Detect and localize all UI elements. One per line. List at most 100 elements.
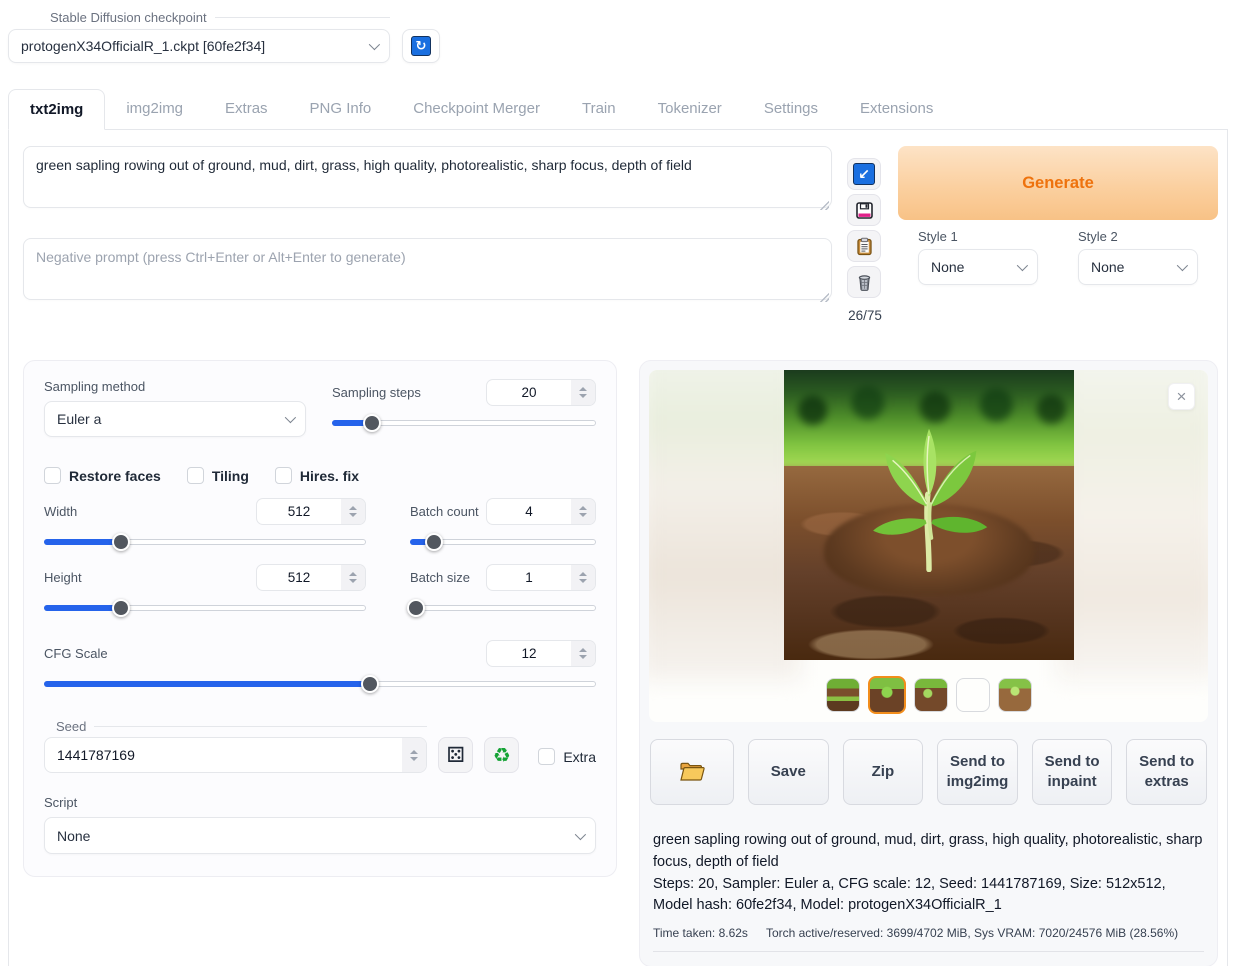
send-to-inpaint-button[interactable]: Send to inpaint: [1032, 739, 1113, 805]
time-taken-text: Time taken: 8.62s: [653, 926, 748, 940]
seed-label-rule: [94, 726, 427, 727]
chevron-down-icon: [369, 39, 380, 50]
close-image-button[interactable]: ×: [1168, 383, 1195, 410]
sampling-method-dropdown[interactable]: Euler a: [44, 401, 306, 437]
blurred-image-edge: [1055, 370, 1208, 682]
checkpoint-dropdown[interactable]: protogenX34OfficialR_1.ckpt [60fe2f34]: [8, 29, 390, 63]
thumbnail-3[interactable]: [914, 678, 948, 712]
sampling-steps-slider[interactable]: [332, 414, 596, 432]
tab-png-info[interactable]: PNG Info: [289, 89, 393, 129]
style1-label: Style 1: [918, 229, 1038, 244]
checkbox-icon: [538, 748, 555, 765]
tab-checkpoint-merger[interactable]: Checkpoint Merger: [392, 89, 561, 129]
batch-count-input[interactable]: 4: [486, 498, 596, 525]
restore-faces-checkbox[interactable]: Restore faces: [44, 467, 161, 484]
hires-fix-checkbox[interactable]: Hires. fix: [275, 467, 359, 484]
script-dropdown[interactable]: None: [44, 817, 596, 854]
chevron-down-icon: [575, 828, 586, 839]
recycle-icon: ♻: [493, 743, 511, 768]
sampling-steps-input[interactable]: 20: [486, 379, 596, 406]
stepper-arrows-icon[interactable]: [571, 380, 595, 405]
send-to-extras-button[interactable]: Send to extras: [1126, 739, 1207, 805]
chevron-down-icon: [1017, 260, 1028, 271]
open-folder-button[interactable]: [650, 739, 734, 805]
thumbnail-gallery: [826, 678, 1032, 714]
vram-usage-text: Torch active/reserved: 3699/4702 MiB, Sy…: [766, 926, 1178, 940]
width-label: Width: [44, 504, 77, 519]
paste-arrow-icon: ↙: [853, 163, 875, 185]
checkpoint-header: Stable Diffusion checkpoint protogenX34O…: [0, 0, 1236, 63]
floppy-disk-icon: [855, 201, 874, 220]
batch-size-slider[interactable]: [410, 599, 596, 617]
thumbnail-4[interactable]: [956, 678, 990, 712]
tiling-checkbox[interactable]: Tiling: [187, 467, 249, 484]
random-seed-button[interactable]: ⚄: [438, 737, 473, 773]
clipboard-icon: [855, 237, 874, 256]
checkpoint-label-row: Stable Diffusion checkpoint: [50, 10, 390, 25]
style2-dropdown[interactable]: None: [1078, 249, 1198, 285]
results-card: × Save Zip Se: [639, 360, 1218, 966]
style1-dropdown[interactable]: None: [918, 249, 1038, 285]
checkpoint-value: protogenX34OfficialR_1.ckpt [60fe2f34]: [21, 38, 361, 54]
cfg-scale-input[interactable]: 12: [486, 640, 596, 667]
prompt-tools-column: ↙: [847, 146, 883, 323]
zip-button[interactable]: Zip: [843, 739, 924, 805]
close-icon: ×: [1177, 387, 1187, 407]
thumbnail-2-selected[interactable]: [868, 676, 906, 714]
folder-icon: [679, 761, 705, 783]
cfg-scale-slider[interactable]: [44, 675, 596, 693]
checkbox-icon: [44, 467, 61, 484]
reuse-seed-button[interactable]: ♻: [484, 737, 519, 773]
tab-extensions[interactable]: Extensions: [839, 89, 954, 129]
stepper-arrows-icon[interactable]: [402, 738, 426, 772]
stepper-arrows-icon[interactable]: [571, 565, 595, 590]
save-button[interactable]: Save: [748, 739, 829, 805]
seed-label: Seed: [56, 719, 86, 734]
tab-txt2img[interactable]: txt2img: [8, 89, 105, 130]
thumbnail-1[interactable]: [826, 678, 860, 712]
stepper-arrows-icon[interactable]: [571, 499, 595, 524]
height-label: Height: [44, 570, 82, 585]
apply-style-button[interactable]: [847, 230, 881, 262]
token-counter: 26/75: [847, 308, 883, 323]
sapling-illustration: [854, 402, 1004, 572]
stepper-arrows-icon[interactable]: [341, 499, 365, 524]
generated-image[interactable]: [784, 370, 1074, 660]
chevron-down-icon: [285, 412, 296, 423]
generate-button[interactable]: Generate: [898, 146, 1218, 220]
seed-input[interactable]: 1441787169: [44, 737, 427, 773]
batch-size-label: Batch size: [410, 570, 470, 585]
txt2img-panel: green sapling rowing out of ground, mud,…: [8, 129, 1228, 966]
negative-prompt-input[interactable]: [23, 238, 832, 300]
tab-img2img[interactable]: img2img: [105, 89, 204, 129]
batch-size-input[interactable]: 1: [486, 564, 596, 591]
paste-params-button[interactable]: ↙: [847, 158, 881, 190]
script-label: Script: [44, 795, 596, 810]
batch-count-label: Batch count: [410, 504, 479, 519]
chevron-down-icon: [1177, 260, 1188, 271]
prompt-input[interactable]: green sapling rowing out of ground, mud,…: [23, 146, 832, 208]
thumbnail-5[interactable]: [998, 678, 1032, 712]
tab-tokenizer[interactable]: Tokenizer: [637, 89, 743, 129]
dice-icon: ⚄: [447, 743, 465, 768]
width-slider[interactable]: [44, 533, 366, 551]
tab-extras[interactable]: Extras: [204, 89, 289, 129]
height-slider[interactable]: [44, 599, 366, 617]
stepper-arrows-icon[interactable]: [571, 641, 595, 666]
extra-seed-checkbox[interactable]: Extra: [538, 748, 596, 765]
refresh-checkpoint-button[interactable]: ↻: [402, 29, 440, 63]
checkpoint-selector-block: Stable Diffusion checkpoint protogenX34O…: [8, 10, 390, 63]
send-to-img2img-button[interactable]: Send to img2img: [937, 739, 1018, 805]
batch-count-slider[interactable]: [410, 533, 596, 551]
tab-train[interactable]: Train: [561, 89, 637, 129]
style2-value: None: [1091, 259, 1169, 275]
save-style-button[interactable]: [847, 194, 881, 226]
stepper-arrows-icon[interactable]: [341, 565, 365, 590]
clear-prompt-button[interactable]: [847, 266, 881, 298]
generation-info: green sapling rowing out of ground, mud,…: [649, 830, 1208, 952]
height-input[interactable]: 512: [256, 564, 366, 591]
generation-params-card: Sampling method Euler a Sampling steps 2…: [23, 360, 617, 877]
width-input[interactable]: 512: [256, 498, 366, 525]
sampling-method-label: Sampling method: [44, 379, 306, 394]
tab-settings[interactable]: Settings: [743, 89, 839, 129]
